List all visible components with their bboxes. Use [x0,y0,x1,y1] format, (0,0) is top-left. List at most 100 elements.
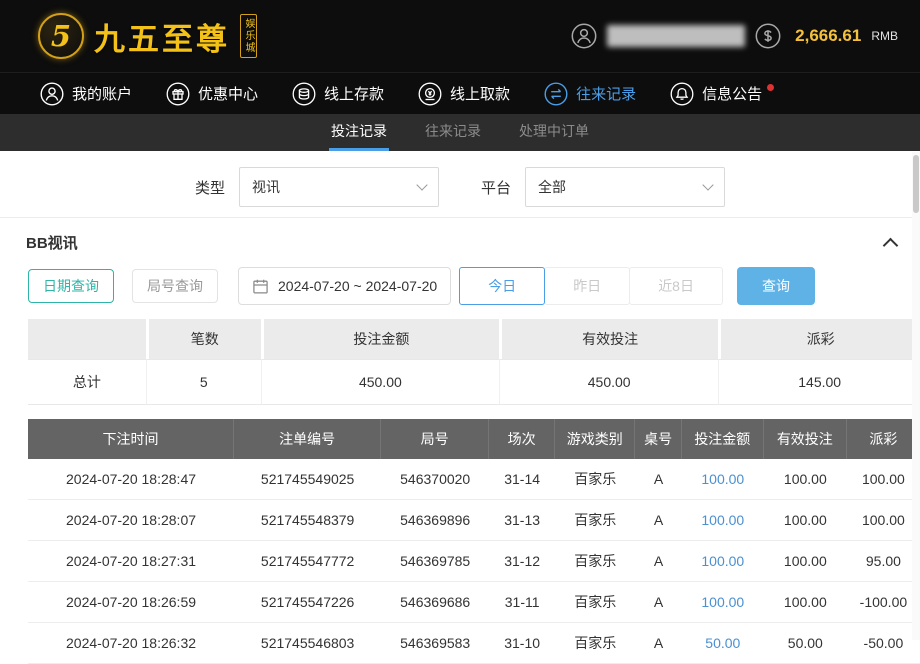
notification-dot [767,84,774,91]
bet-amount-link[interactable]: 100.00 [701,553,744,569]
search-button[interactable]: 查询 [737,267,815,305]
yesterday-button[interactable]: 昨日 [544,267,630,305]
brand-logo[interactable]: 5 九五至尊 娱乐城 [38,13,279,59]
bet-id-cell: 521745546803 [234,623,381,664]
date-query-button[interactable]: 日期查询 [28,269,114,303]
table-no-cell: A [635,459,681,500]
scrollbar-track[interactable] [912,152,920,640]
censored-username [607,25,745,47]
tab-betting-records[interactable]: 投注记录 [329,114,389,151]
bet-amount-cell: 50.00 [682,623,764,664]
round-id-cell: 546369686 [381,582,489,623]
table-row: 2024-07-20 18:27:31521745547772546369785… [28,541,920,582]
table-no-cell: A [635,541,681,582]
balance-amount: 2,666.61 [795,26,861,46]
chevron-down-icon [702,179,713,190]
payout-cell: 95.00 [847,541,920,582]
column-header-table-no: 桌号 [635,419,681,459]
bet-amount-link[interactable]: 100.00 [701,594,744,610]
main-nav: 我的账户 优惠中心 线上存款 线上取款 往来记录 [0,72,920,114]
summary-header-row: 笔数 投注金额 有效投注 派彩 [28,319,920,359]
game-type-cell: 百家乐 [555,541,635,582]
summary-col-valid-bet: 有效投注 [499,319,718,359]
payout-cell: 100.00 [847,459,920,500]
logo-badge: 5 [38,13,84,59]
nav-item-my-account[interactable]: 我的账户 [40,82,132,106]
bet-amount-cell: 100.00 [682,459,764,500]
nav-item-deposit[interactable]: 线上存款 [292,82,384,106]
nav-item-label: 线上取款 [450,83,510,104]
game-type-cell: 百家乐 [555,500,635,541]
game-type-cell: 百家乐 [555,459,635,500]
table-row: 2024-07-20 18:28:47521745549025546370020… [28,459,920,500]
table-row: 2024-07-20 18:26:32521745546803546369583… [28,623,920,664]
session-cell: 31-10 [489,623,555,664]
section-title: BB视讯 [26,232,78,253]
total-valid-bet: 450.00 [499,359,718,405]
tab-transaction-records[interactable]: 往来记录 [423,114,483,151]
bets-header-row: 下注时间注单编号局号场次游戏类别桌号投注金额有效投注派彩 [28,419,920,459]
round-id-cell: 546369583 [381,623,489,664]
session-cell: 31-14 [489,459,555,500]
column-header-valid-bet: 有效投注 [764,419,847,459]
valid-bet-cell: 100.00 [764,582,847,623]
nav-item-label: 线上存款 [324,83,384,104]
tab-processing-orders[interactable]: 处理中订单 [517,114,591,151]
type-select-value: 视讯 [252,177,280,197]
withdraw-coin-icon [418,82,442,106]
table-no-cell: A [635,623,681,664]
total-bet-amount: 450.00 [261,359,499,405]
section-header: BB视讯 [0,217,920,263]
round-id-cell: 546369785 [381,541,489,582]
top-header: 5 九五至尊 娱乐城 2,666.61 RMB [0,0,920,72]
last-8-days-button[interactable]: 近8日 [629,267,723,305]
table-no-cell: A [635,500,681,541]
payout-cell: -50.00 [847,623,920,664]
valid-bet-cell: 100.00 [764,541,847,582]
platform-select[interactable]: 全部 [525,167,725,207]
bet-time-cell: 2024-07-20 18:27:31 [28,541,234,582]
nav-item-transaction-records[interactable]: 往来记录 [544,82,636,106]
chevron-down-icon [416,179,427,190]
valid-bet-cell: 50.00 [764,623,847,664]
bet-amount-link[interactable]: 50.00 [705,635,740,651]
column-header-round-id: 局号 [381,419,489,459]
session-cell: 31-13 [489,500,555,541]
total-count: 5 [146,359,261,405]
session-cell: 31-12 [489,541,555,582]
nav-item-withdraw[interactable]: 线上取款 [418,82,510,106]
type-select[interactable]: 视讯 [239,167,439,207]
filter-row: 类型 视讯 平台 全部 [0,151,920,217]
nav-item-promotions[interactable]: 优惠中心 [166,82,258,106]
collapse-chevron-up-icon[interactable] [883,237,899,253]
bet-amount-cell: 100.00 [682,500,764,541]
calendar-icon [252,278,269,295]
column-header-bet-time: 下注时间 [28,419,234,459]
valid-bet-cell: 100.00 [764,459,847,500]
brand-name: 九五至尊 [94,14,230,59]
bet-amount-cell: 100.00 [682,582,764,623]
deposit-coins-icon [292,82,316,106]
bet-id-cell: 521745547226 [234,582,381,623]
summary-col-payout: 派彩 [718,319,920,359]
round-query-button[interactable]: 局号查询 [132,269,218,303]
today-button[interactable]: 今日 [459,267,545,305]
bet-amount-link[interactable]: 100.00 [701,471,744,487]
platform-select-value: 全部 [538,177,566,197]
bet-time-cell: 2024-07-20 18:26:32 [28,623,234,664]
total-label: 总计 [28,359,146,405]
scrollbar-thumb[interactable] [913,155,919,213]
valid-bet-cell: 100.00 [764,500,847,541]
nav-item-announcements[interactable]: 信息公告 [670,82,774,106]
date-range-input[interactable]: 2024-07-20 ~ 2024-07-20 [238,267,451,305]
total-payout: 145.00 [718,359,920,405]
gift-icon [166,82,190,106]
bet-amount-cell: 100.00 [682,541,764,582]
column-header-bet-amount: 投注金额 [682,419,764,459]
round-id-cell: 546369896 [381,500,489,541]
table-no-cell: A [635,582,681,623]
game-type-cell: 百家乐 [555,582,635,623]
bet-amount-link[interactable]: 100.00 [701,512,744,528]
summary-col-blank [28,319,146,359]
nav-item-label: 我的账户 [72,83,132,104]
